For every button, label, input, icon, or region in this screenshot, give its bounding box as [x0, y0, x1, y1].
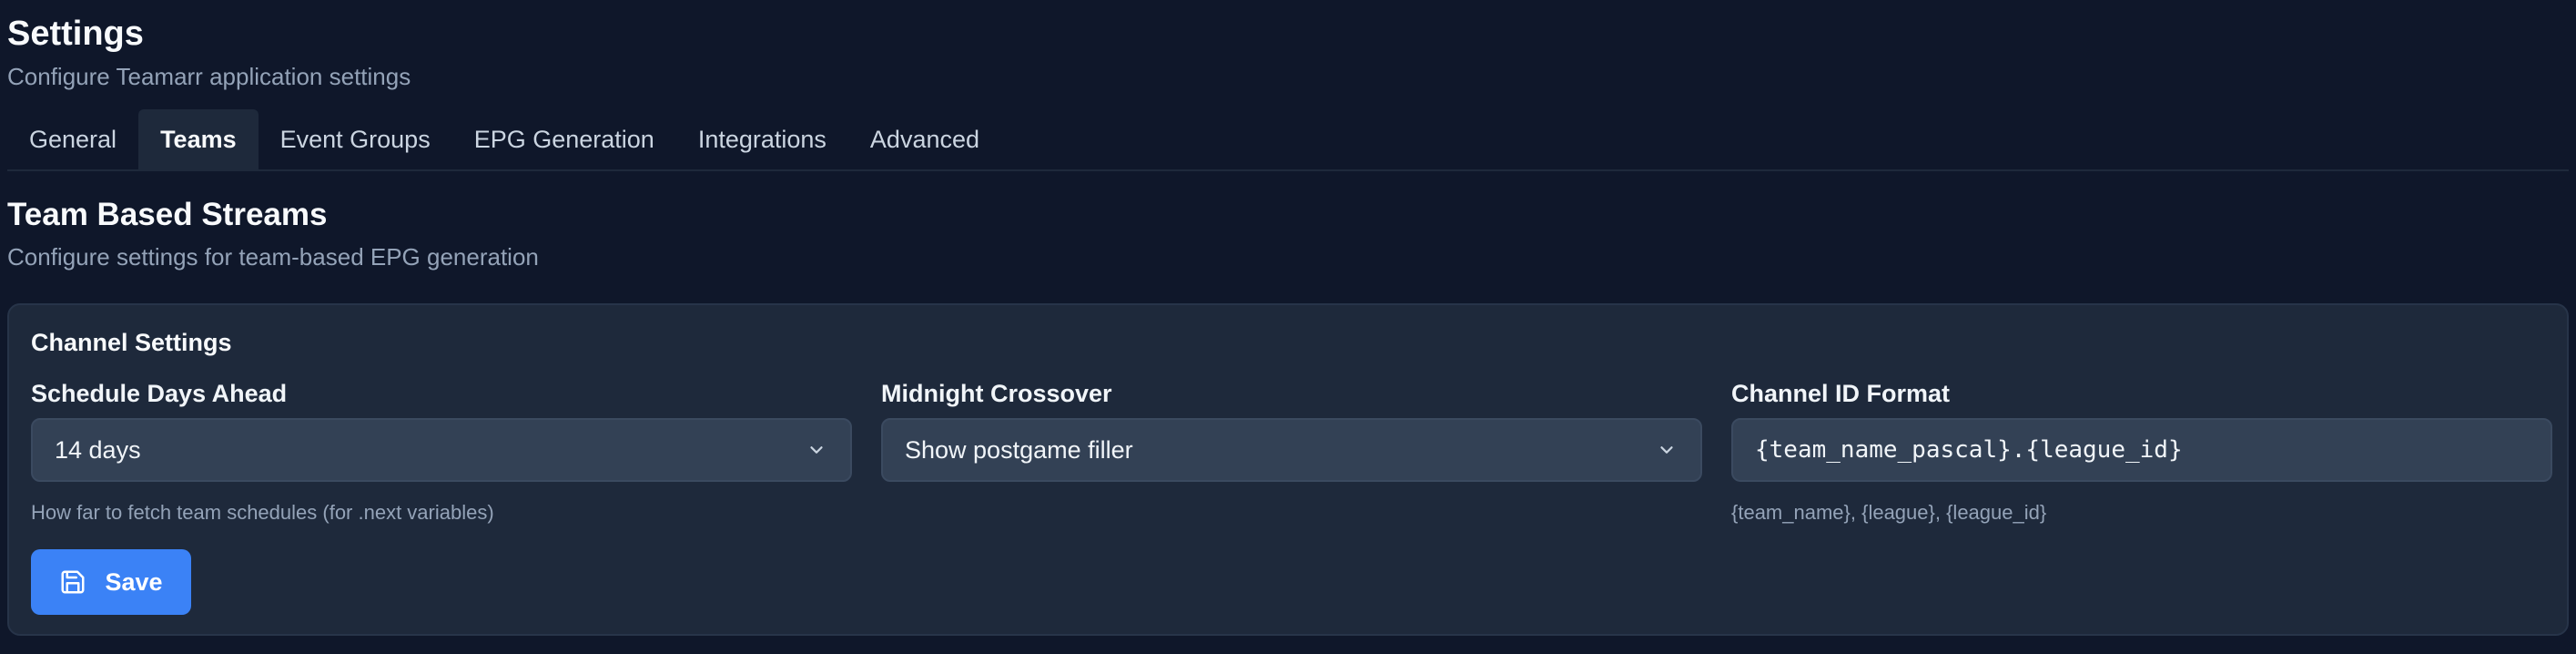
channel-id-format-input[interactable]: {team_name_pascal}.{league_id} — [1731, 418, 2552, 482]
schedule-days-value: 14 days — [55, 435, 141, 464]
tab-epg-generation[interactable]: EPG Generation — [452, 109, 676, 169]
save-icon — [59, 568, 86, 596]
tab-advanced[interactable]: Advanced — [848, 109, 1001, 169]
schedule-days-label: Schedule Days Ahead — [31, 380, 288, 407]
section-title: Team Based Streams — [7, 197, 328, 232]
schedule-days-field: Schedule Days Ahead 14 days How far to f… — [31, 378, 852, 526]
midnight-crossover-label: Midnight Crossover — [881, 380, 1112, 407]
section-subtitle: Configure settings for team-based EPG ge… — [7, 243, 539, 271]
channel-id-format-field: Channel ID Format {team_name_pascal}.{le… — [1731, 378, 2552, 526]
save-button[interactable]: Save — [31, 549, 191, 615]
tab-integrations[interactable]: Integrations — [676, 109, 848, 169]
midnight-crossover-select[interactable]: Show postgame filler — [881, 418, 1702, 482]
midnight-crossover-field: Midnight Crossover Show postgame filler — [881, 378, 1702, 482]
settings-tabs: General Teams Event Groups EPG Generatio… — [7, 109, 2569, 171]
channel-id-format-label: Channel ID Format — [1731, 380, 1951, 407]
midnight-crossover-value: Show postgame filler — [905, 435, 1133, 464]
schedule-days-hint: How far to fetch team schedules (for .ne… — [31, 501, 494, 524]
tab-general[interactable]: General — [7, 109, 138, 169]
chevron-down-icon — [1655, 438, 1678, 462]
page-subtitle: Configure Teamarr application settings — [7, 63, 411, 90]
schedule-days-select[interactable]: 14 days — [31, 418, 852, 482]
channel-settings-card: Channel Settings Schedule Days Ahead 14 … — [7, 303, 2569, 636]
card-title: Channel Settings — [31, 329, 232, 356]
channel-id-format-value: {team_name_pascal}.{league_id} — [1755, 436, 2183, 464]
tab-teams[interactable]: Teams — [138, 109, 259, 169]
save-button-label: Save — [105, 567, 163, 596]
tab-event-groups[interactable]: Event Groups — [259, 109, 452, 169]
page-title: Settings — [7, 15, 144, 53]
channel-id-format-hint: {team_name}, {league}, {league_id} — [1731, 501, 2047, 524]
chevron-down-icon — [805, 438, 828, 462]
